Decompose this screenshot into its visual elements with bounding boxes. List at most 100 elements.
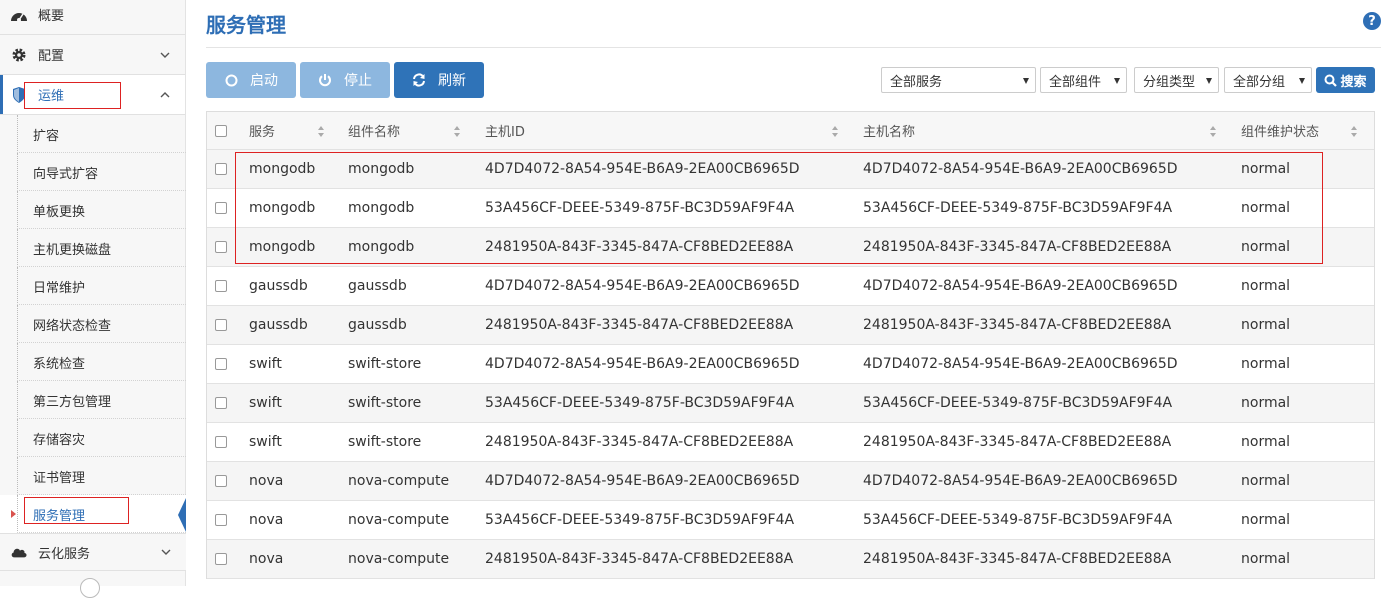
cell-host-id: 2481950A-843F-3345-847A-CF8BED2EE88A	[485, 434, 794, 450]
cell-service: swift	[249, 395, 282, 411]
row-checkbox[interactable]	[215, 280, 227, 292]
sidebar-item-board-replace[interactable]: 单板更换	[0, 191, 186, 229]
table-row[interactable]: swift swift-store 4D7D4072-8A54-954E-B6A9-…	[207, 345, 1374, 384]
caret-down-icon	[1206, 78, 1212, 84]
sidebar-item-label: 日常维护	[33, 280, 86, 296]
service-filter-value: 全部服务	[890, 74, 943, 90]
nav-overview[interactable]: 概要	[0, 0, 185, 35]
row-checkbox-cell	[215, 540, 229, 578]
sidebar-item-disk-replace[interactable]: 主机更换磁盘	[0, 229, 186, 267]
cell-service: mongodb	[249, 239, 316, 255]
group-type-filter-select[interactable]: 分组类型	[1134, 67, 1219, 93]
row-checkbox[interactable]	[215, 397, 227, 409]
sidebar-item-network-check[interactable]: 网络状态检查	[0, 305, 186, 343]
row-checkbox-cell	[215, 267, 229, 305]
table-row[interactable]: mongodb mongodb 53A456CF-DEEE-5349-875F-BC…	[207, 189, 1374, 228]
cell-component: swift-store	[348, 356, 422, 372]
row-checkbox[interactable]	[215, 358, 227, 370]
sidebar-item-label: 单板更换	[33, 204, 86, 220]
cell-host-name: 53A456CF-DEEE-5349-875F-BC3D59AF9F4A	[863, 200, 1173, 216]
row-checkbox[interactable]	[215, 202, 227, 214]
nav-ops[interactable]: 运维	[0, 75, 185, 115]
sidebar-item-storage-dr[interactable]: 存储容灾	[0, 419, 186, 457]
row-checkbox[interactable]	[215, 163, 227, 175]
row-checkbox[interactable]	[215, 553, 227, 565]
row-checkbox-cell	[215, 150, 229, 188]
sidebar-item-label: 扩容	[33, 128, 60, 144]
sort-icon[interactable]	[831, 126, 839, 137]
start-button[interactable]: 启动	[206, 62, 296, 98]
table-row[interactable]: gaussdb gaussdb 4D7D4072-8A54-954E-B6A9-2E…	[207, 267, 1374, 306]
sort-icon[interactable]	[1209, 126, 1217, 137]
column-header-component[interactable]: 组件名称	[348, 112, 400, 149]
cell-host-id: 2481950A-843F-3345-847A-CF8BED2EE88A	[485, 239, 794, 255]
group-filter-value: 全部分组	[1233, 74, 1286, 90]
stop-button-label: 停止	[344, 73, 372, 89]
nav-config[interactable]: 配置	[0, 35, 185, 75]
row-checkbox[interactable]	[215, 475, 227, 487]
sidebar-item-certificates[interactable]: 证书管理	[0, 457, 186, 495]
cell-host-name: 2481950A-843F-3345-847A-CF8BED2EE88A	[863, 434, 1172, 450]
sidebar-item-scale-out[interactable]: 扩容	[0, 115, 186, 153]
cell-host-id: 4D7D4072-8A54-954E-B6A9-2EA00CB6965D	[485, 356, 800, 372]
sidebar-item-label: 第三方包管理	[33, 394, 112, 410]
search-icon	[1324, 74, 1338, 87]
cell-maintenance-state: normal	[1241, 161, 1291, 177]
component-filter-select[interactable]: 全部组件	[1040, 67, 1127, 93]
select-all-checkbox-cell	[215, 112, 229, 149]
cell-maintenance-state: normal	[1241, 512, 1291, 528]
table-row[interactable]: swift swift-store 2481950A-843F-3345-847A-…	[207, 423, 1374, 462]
cell-component: nova-compute	[348, 473, 450, 489]
sort-icon[interactable]	[453, 126, 461, 137]
column-header-host-name[interactable]: 主机名称	[863, 112, 915, 149]
refresh-button[interactable]: 刷新	[394, 62, 484, 98]
cell-host-name: 4D7D4072-8A54-954E-B6A9-2EA00CB6965D	[863, 278, 1178, 294]
sort-icon[interactable]	[1350, 126, 1358, 137]
row-checkbox[interactable]	[215, 319, 227, 331]
table-row[interactable]: mongodb mongodb 4D7D4072-8A54-954E-B6A9-2E…	[207, 150, 1374, 189]
table-row[interactable]: gaussdb gaussdb 2481950A-843F-3345-847A-CF…	[207, 306, 1374, 345]
row-checkbox[interactable]	[215, 436, 227, 448]
service-filter-select[interactable]: 全部服务	[881, 67, 1036, 93]
cell-maintenance-state: normal	[1241, 200, 1291, 216]
table-row[interactable]: nova nova-compute 53A456CF-DEEE-5349-875F-…	[207, 501, 1374, 540]
caret-down-icon	[1023, 78, 1029, 84]
service-table: 服务 组件名称 主机ID 主机名称 组件维护状态 mongodb mongodb 4…	[206, 111, 1375, 579]
select-all-checkbox[interactable]	[215, 124, 227, 137]
table-row[interactable]: swift swift-store 53A456CF-DEEE-5349-875F-…	[207, 384, 1374, 423]
refresh-icon	[412, 73, 426, 87]
sidebar-item-routine-maintenance[interactable]: 日常维护	[0, 267, 186, 305]
table-row[interactable]: nova nova-compute 2481950A-843F-3345-847A-…	[207, 540, 1374, 579]
sidebar-item-system-check[interactable]: 系统检查	[0, 343, 186, 381]
group-type-filter-value: 分组类型	[1143, 74, 1196, 90]
cell-host-name: 53A456CF-DEEE-5349-875F-BC3D59AF9F4A	[863, 512, 1173, 528]
help-icon[interactable]: ?	[1363, 12, 1381, 30]
table-row[interactable]: nova nova-compute 4D7D4072-8A54-954E-B6A9-…	[207, 462, 1374, 501]
start-button-label: 启动	[250, 73, 278, 89]
search-button[interactable]: 搜索	[1316, 67, 1375, 93]
sidebar-item-guided-scale-out[interactable]: 向导式扩容	[0, 153, 186, 191]
sidebar-item-service-management[interactable]: 服务管理	[0, 495, 186, 533]
row-checkbox[interactable]	[215, 514, 227, 526]
sidebar-item-third-party-packages[interactable]: 第三方包管理	[0, 381, 186, 419]
row-checkbox-cell	[215, 345, 229, 383]
sidebar-item-label: 存储容灾	[33, 432, 86, 448]
sidebar-item-label: 服务管理	[33, 508, 86, 524]
column-header-host-id[interactable]: 主机ID	[485, 112, 525, 149]
row-checkbox[interactable]	[215, 241, 227, 253]
cell-host-name: 2481950A-843F-3345-847A-CF8BED2EE88A	[863, 239, 1172, 255]
table-body: mongodb mongodb 4D7D4072-8A54-954E-B6A9-2E…	[207, 150, 1374, 579]
search-button-label: 搜索	[1340, 74, 1367, 90]
column-header-maintenance-state[interactable]: 组件维护状态	[1241, 112, 1319, 149]
column-header-service[interactable]: 服务	[249, 112, 275, 149]
ops-active-marker	[0, 75, 3, 114]
sidebar-collapse-button[interactable]	[80, 578, 100, 598]
group-filter-select[interactable]: 全部分组	[1224, 67, 1312, 93]
cloud-icon	[10, 543, 28, 561]
sort-icon[interactable]	[317, 126, 325, 137]
nav-cloud-services[interactable]: 云化服务	[0, 533, 186, 571]
cell-host-id: 53A456CF-DEEE-5349-875F-BC3D59AF9F4A	[485, 512, 795, 528]
table-row[interactable]: mongodb mongodb 2481950A-843F-3345-847A-CF…	[207, 228, 1374, 267]
stop-button[interactable]: 停止	[300, 62, 390, 98]
cell-component: mongodb	[348, 239, 415, 255]
